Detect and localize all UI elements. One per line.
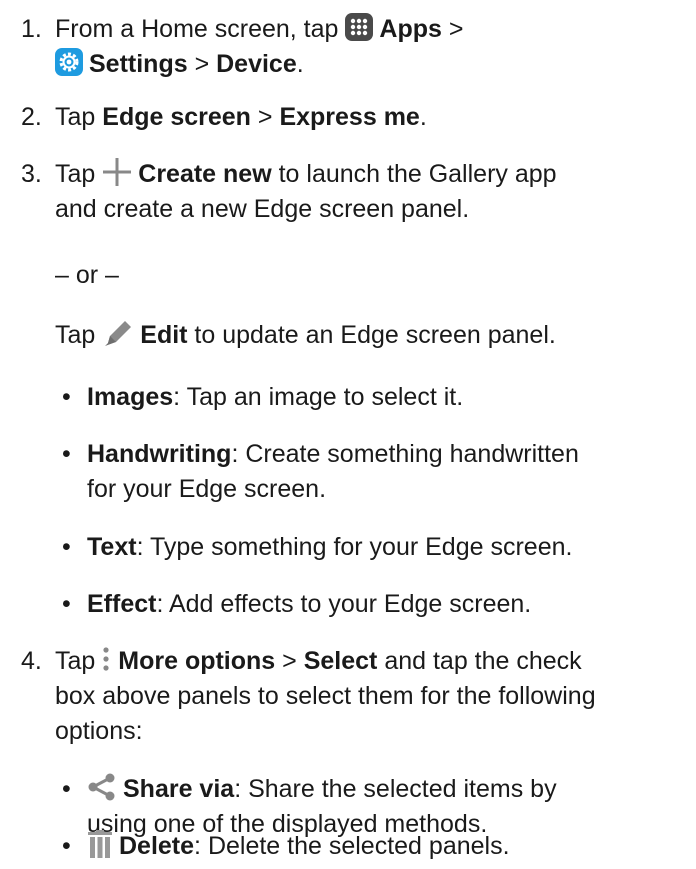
step-2-line-1: Tap Edge screen > Express me. (55, 100, 690, 135)
bullet: • (62, 775, 71, 803)
step-1-line-2: Settings > Device. (55, 47, 690, 86)
step-text: to launch the Gallery app (271, 160, 557, 188)
bullet: • (62, 383, 71, 411)
bullet: • (62, 590, 71, 618)
step-3-line-2: and create a new Edge screen panel. (55, 195, 470, 223)
bullet: • (62, 832, 71, 860)
device-label: Device (216, 50, 297, 78)
step-1-line-1: From a Home screen, tap Apps > (55, 12, 690, 51)
step-number: 1. (21, 15, 42, 43)
bullet-term: Text (87, 533, 137, 561)
step-text: > (441, 15, 464, 43)
step-4-line-2: box above panels to select them for the … (55, 682, 596, 710)
step-number: 3. (21, 160, 42, 188)
bullet-text: : Tap an image to select it. (173, 383, 464, 411)
settings-label: Settings (89, 50, 188, 78)
bullet-text: for your Edge screen. (87, 475, 327, 503)
bullet-text: : Create something handwritten (231, 440, 579, 468)
bullet-text: : Type something for your Edge screen. (136, 533, 573, 561)
apps-grid-icon (345, 13, 374, 51)
plus-icon (102, 158, 132, 196)
step-text: Tap (55, 647, 103, 675)
select-label: Select (303, 647, 378, 675)
step-text: > (187, 50, 217, 78)
step-4-line-3: options: (55, 717, 143, 745)
settings-gear-icon (55, 48, 83, 86)
bullet-term: Share via (123, 775, 235, 803)
step-3-line-1: Tap Create new to launch the Gallery app (55, 157, 690, 196)
pencil-icon (102, 319, 134, 357)
bullet: • (62, 533, 71, 561)
step-text: and tap the check (377, 647, 582, 675)
bullet-term: Delete (119, 832, 195, 860)
step-4-line-1: Tap More options > Select and tap the ch… (55, 644, 690, 683)
bullet-term: Effect (87, 590, 157, 618)
trash-icon (87, 830, 113, 868)
apps-label: Apps (379, 15, 442, 43)
step-text: to update an Edge screen panel. (187, 321, 556, 349)
bullet-term: Images (87, 383, 174, 411)
bullet-text: : Add effects to your Edge screen. (156, 590, 532, 618)
step-3-edit-line: Tap Edit to update an Edge screen panel. (55, 318, 690, 357)
step-number: 4. (21, 647, 42, 675)
more-options-icon (102, 645, 110, 683)
step-number: 2. (21, 103, 42, 131)
share-icon (87, 773, 117, 811)
step-text: > (275, 647, 304, 675)
instructions-document: 1. From a Home screen, tap Apps > Settin… (0, 0, 696, 869)
bullet-text: : Share the selected items by (234, 775, 557, 803)
edge-screen-label: Edge screen (102, 103, 251, 131)
bullet-text: : Delete the selected panels. (194, 832, 510, 860)
step-text: Tap (55, 321, 103, 349)
bullet-term: Handwriting (87, 440, 232, 468)
step-text: Tap (55, 103, 103, 131)
step-text: > (250, 103, 280, 131)
step-text: . (419, 103, 427, 131)
bullet: • (62, 440, 71, 468)
more-options-label: More options (118, 647, 276, 675)
step-text: Tap (55, 160, 103, 188)
create-new-label: Create new (138, 160, 272, 188)
or-separator: – or – (55, 261, 119, 289)
edit-label: Edit (140, 321, 188, 349)
step-text: From a Home screen, tap (55, 15, 346, 43)
step-text: . (296, 50, 304, 78)
express-me-label: Express me (279, 103, 420, 131)
